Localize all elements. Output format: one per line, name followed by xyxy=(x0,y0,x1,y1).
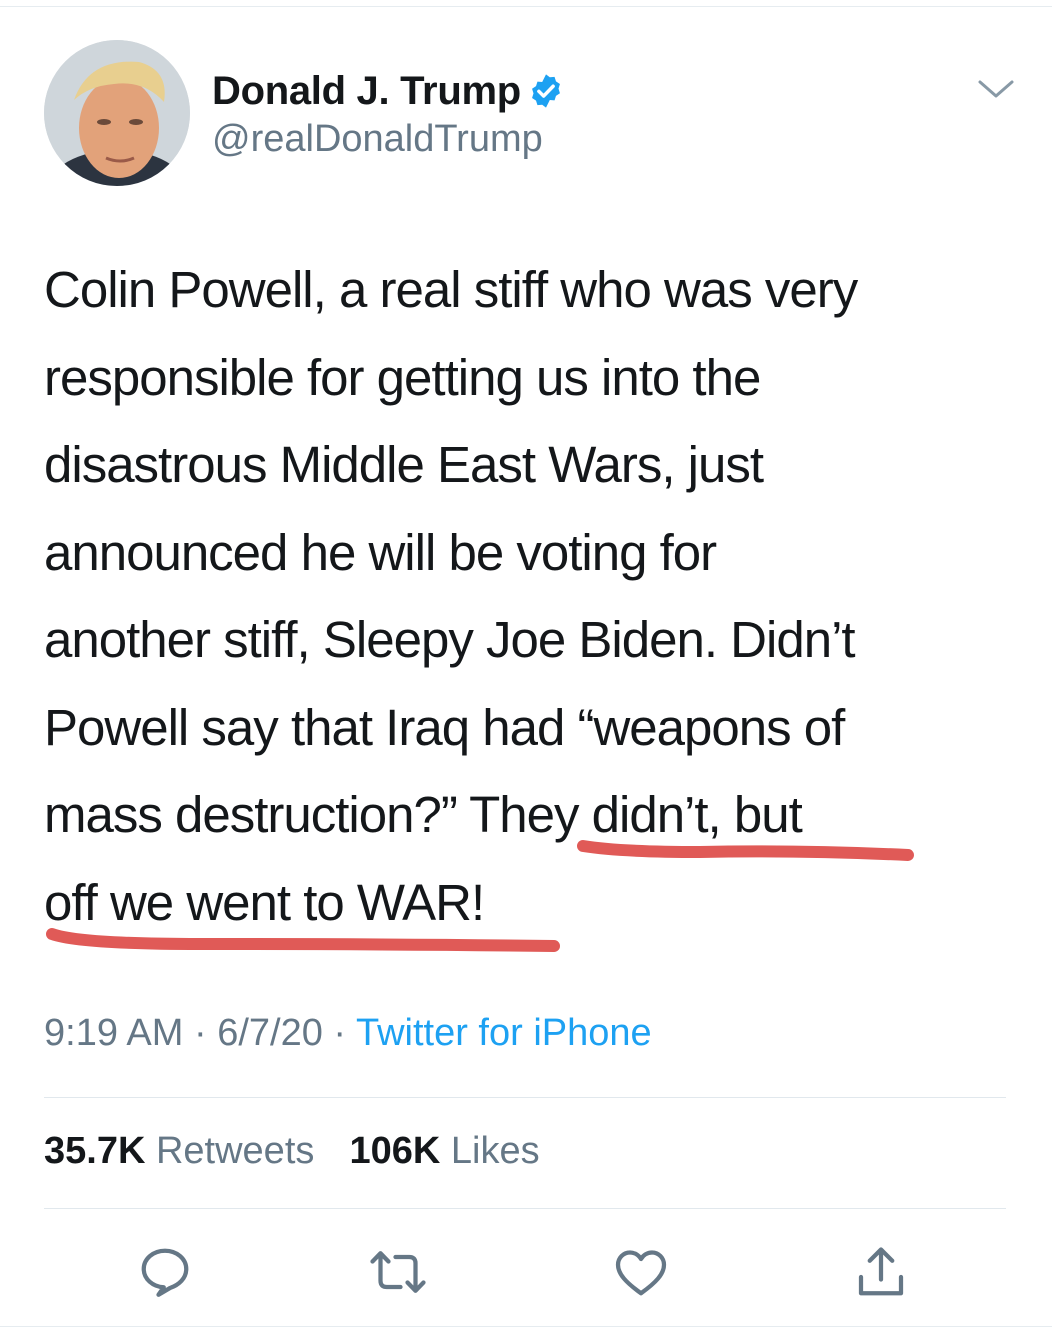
tweet-line: disastrous Middle East Wars, just xyxy=(44,436,764,493)
tweet-text: Colin Powell, a real stiff who was very … xyxy=(44,246,1004,946)
reply-button[interactable] xyxy=(133,1240,197,1304)
tweet-line: another stiff, Sleepy Joe Biden. Didn’t xyxy=(44,611,856,668)
tweet-line: mass destruction?” They didn’t, but xyxy=(44,786,803,843)
like-button[interactable] xyxy=(609,1240,673,1304)
retweets-count: 35.7K xyxy=(44,1130,146,1172)
tweet-line: off we went to WAR! xyxy=(44,873,485,931)
meta-separator: · xyxy=(322,1012,356,1054)
tweet-actions xyxy=(0,1240,1052,1310)
avatar-image xyxy=(44,40,190,186)
tweet-date: 6/7/20 xyxy=(217,1012,323,1054)
share-icon xyxy=(858,1247,904,1296)
chevron-down-icon[interactable] xyxy=(976,76,1016,102)
reply-icon xyxy=(141,1248,189,1297)
tweet-line: Powell say that Iraq had “weapons of xyxy=(44,698,845,756)
likes-stat[interactable]: 106K Likes xyxy=(350,1130,540,1172)
tweet-source-link[interactable]: Twitter for iPhone xyxy=(356,1012,652,1054)
tweet-meta: 9:19 AM · 6/7/20 · Twitter for iPhone xyxy=(44,1012,652,1055)
retweet-icon xyxy=(370,1251,426,1293)
tweet-line: announced he will be voting for xyxy=(44,523,717,581)
likes-label: Likes xyxy=(450,1130,540,1172)
retweet-button[interactable] xyxy=(366,1240,430,1304)
avatar[interactable] xyxy=(44,40,190,186)
meta-separator: · xyxy=(183,1012,218,1054)
tweet-header: Donald J. Trump @realDonaldTrump xyxy=(44,40,1014,190)
top-divider xyxy=(0,6,1052,7)
tweet-stats: 35.7K Retweets 106K Likes xyxy=(44,1130,540,1173)
author-display-name[interactable]: Donald J. Trump xyxy=(212,69,521,114)
heart-icon xyxy=(615,1250,667,1296)
tweet-line: responsible for getting us into the xyxy=(44,348,761,406)
tweet-line: Colin Powell, a real stiff who was very xyxy=(44,261,858,318)
divider xyxy=(44,1097,1006,1098)
retweets-label: Retweets xyxy=(155,1130,315,1172)
verified-badge-icon xyxy=(527,72,565,110)
likes-count: 106K xyxy=(349,1130,441,1172)
bottom-divider xyxy=(0,1326,1052,1327)
author-handle[interactable]: @realDonaldTrump xyxy=(212,118,565,161)
retweets-stat[interactable]: 35.7K Retweets xyxy=(44,1130,314,1172)
tweet-time: 9:19 AM xyxy=(44,1012,184,1054)
divider xyxy=(44,1208,1006,1209)
share-button[interactable] xyxy=(849,1240,913,1304)
